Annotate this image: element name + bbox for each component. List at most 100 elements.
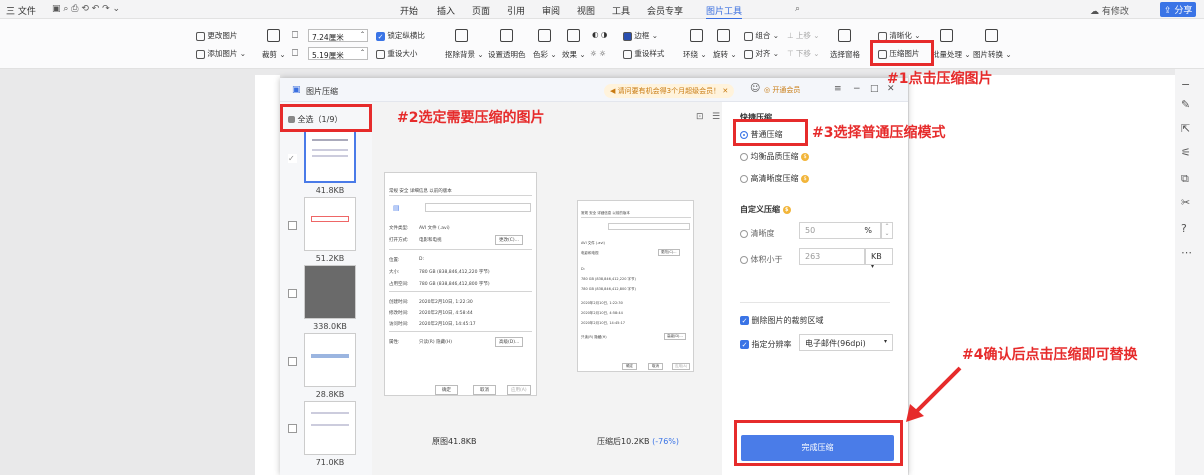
border-button[interactable]: 边框 ⌄ — [623, 30, 658, 41]
reset-style-icon — [623, 49, 632, 59]
compress-logo-icon: ▣ — [292, 85, 301, 95]
menu-icon[interactable]: ≡ — [834, 84, 842, 94]
orig-advanced-button: 高级(D)... — [495, 337, 524, 347]
selection-pane-button[interactable]: 选择窗格 — [830, 49, 860, 60]
width-stepper-icon[interactable]: ⌃ — [360, 31, 365, 38]
thumbnail-1[interactable] — [304, 129, 356, 183]
collapse-icon[interactable]: − — [1181, 78, 1190, 91]
orig-change-button: 更改(C)... — [495, 235, 523, 245]
tab-insert[interactable]: 插入 — [437, 4, 455, 17]
search-icon[interactable]: ⌕ — [795, 4, 800, 14]
promo-close-icon[interactable]: ✕ — [722, 87, 728, 95]
orig-row-2-value: 电影和电视 — [419, 238, 442, 243]
thumb-checkbox-2[interactable] — [288, 221, 297, 230]
quick-access-icons[interactable]: ▣ ⌕ ⎙ ⟲ ↶ ↷ ⌄ — [52, 4, 120, 14]
color-button[interactable]: 色彩 ⌄ — [533, 49, 557, 60]
annotation-step-3: #3选择普通压缩模式 — [812, 125, 946, 141]
file-menu[interactable]: 三 文件 — [6, 4, 36, 17]
tools-icon[interactable]: ✂ — [1181, 196, 1190, 209]
clarity-stepper-icon[interactable]: ⌃ ⌄ — [881, 222, 893, 239]
minimize-icon[interactable]: − — [853, 84, 861, 94]
cursor-icon[interactable]: ⇱ — [1181, 122, 1190, 135]
crop-label: 裁剪 — [262, 50, 277, 59]
add-image-button[interactable]: 添加图片 ⌄ — [196, 48, 246, 59]
orig-row-5-value: 780 GB (838,846,412,800 字节) — [419, 282, 490, 287]
tab-review[interactable]: 审阅 — [542, 4, 560, 17]
delete-crop-checkbox[interactable]: ✓ 删除图片的裁剪区域 — [740, 315, 824, 326]
pen-icon[interactable]: ✎ — [1181, 98, 1190, 111]
height-input[interactable]: 5.19厘米 ⌃ — [308, 47, 368, 60]
tab-view[interactable]: 视图 — [577, 4, 595, 17]
tab-member[interactable]: 会员专享 — [647, 4, 683, 17]
orig-cancel-button: 取消 — [473, 385, 496, 395]
preview-list-icon[interactable]: ☰ — [712, 112, 720, 122]
open-member-link[interactable]: ◎ 开通会员 — [764, 85, 800, 95]
height-value: 5.19厘米 — [312, 51, 344, 60]
remove-bg-button[interactable]: 抠除背景 ⌄ — [445, 49, 484, 60]
clarity-radio[interactable]: 清晰度 — [740, 228, 775, 239]
thumb-checkbox-4[interactable] — [288, 357, 297, 366]
comp-row-8: 2020年2月10日, 14:45:17 — [581, 321, 626, 325]
height-stepper-icon[interactable]: ⌃ — [360, 49, 365, 56]
share-label: 分享 — [1174, 6, 1193, 16]
resolution-select[interactable]: 电子邮件(96dpi) ▾ — [799, 334, 893, 351]
color-icon — [538, 29, 551, 42]
reset-style-button[interactable]: 重设样式 — [623, 48, 664, 59]
thumbnail-2[interactable] — [304, 197, 356, 251]
align-button[interactable]: 对齐 ⌄ — [744, 48, 779, 59]
preview-image-icon[interactable]: ⊡ — [696, 112, 704, 122]
orig-row-4-label: 大小: — [389, 270, 400, 275]
orig-row-1-label: 文件类型: — [389, 226, 409, 231]
lock-ratio-checkbox[interactable]: ✓ 锁定纵横比 — [376, 30, 425, 41]
rotate-button[interactable]: 旋转 ⌄ — [713, 49, 737, 60]
thumb-checkbox-5[interactable] — [288, 424, 297, 433]
size-less-radio[interactable]: 体积小于 — [740, 254, 783, 265]
tab-page[interactable]: 页面 — [472, 4, 490, 17]
rotate-icons[interactable]: ◐ ◑ — [592, 30, 607, 39]
orig-row-7-value: 2020年2月10日, 4:58:44 — [419, 311, 473, 316]
check-icon: ✓ — [376, 31, 385, 41]
tab-picture-tools[interactable]: 图片工具 — [706, 4, 743, 20]
effects-button[interactable]: 效果 ⌄ — [562, 49, 586, 60]
avatar[interactable]: ☺ — [750, 83, 760, 94]
share-button[interactable]: ⇪ 分享 — [1160, 2, 1197, 17]
move-down-button[interactable]: ⊤ 下移 ⌄ — [787, 48, 820, 59]
batch-button[interactable]: 批量处理 ⌄ — [932, 49, 971, 60]
thumbnail-5[interactable] — [304, 401, 356, 455]
thumbnail-3[interactable] — [304, 265, 356, 319]
set-transparent-button[interactable]: 设置透明色 — [488, 49, 526, 60]
move-up-button[interactable]: ⊥ 上移 ⌄ — [787, 30, 820, 41]
tab-tools[interactable]: 工具 — [612, 4, 630, 17]
hd-compress-radio[interactable]: 高清晰度压缩 $ — [740, 173, 810, 184]
brightness-icon[interactable]: ☼ ☼ — [590, 49, 606, 58]
image-tool-icon[interactable]: ⧉ — [1181, 172, 1189, 186]
modify-status[interactable]: ☁ 有修改 — [1090, 4, 1129, 17]
remove-bg-label: 抠除背景 — [445, 50, 475, 59]
crop-button[interactable]: 裁剪 ⌄ — [262, 49, 286, 60]
change-image-button[interactable]: 更改图片 — [196, 30, 237, 41]
promo-banner[interactable]: ◀ 请问要有机会得3个月超级会员！ ✕ — [604, 84, 735, 98]
size-unit-select[interactable]: KB ▾ — [865, 248, 893, 270]
set-resolution-checkbox[interactable]: ✓ 指定分辨率 — [740, 339, 792, 350]
thumb-checkbox-3[interactable] — [288, 289, 297, 298]
radio-icon — [740, 174, 748, 183]
width-input[interactable]: 7.24厘米 ⌃ — [308, 29, 368, 42]
help-icon[interactable]: ? — [1181, 222, 1187, 235]
adjust-icon[interactable]: ⚟ — [1181, 146, 1191, 159]
thumbnail-4[interactable] — [304, 333, 356, 387]
clarity-input[interactable]: 50% — [799, 222, 881, 239]
wrap-button[interactable]: 环绕 ⌄ — [683, 49, 707, 60]
reset-size-button[interactable]: 重设大小 — [376, 48, 417, 59]
balanced-compress-radio[interactable]: 均衡品质压缩 $ — [740, 151, 810, 162]
transparent-icon — [500, 29, 513, 42]
orig-apply-button: 应用(A) — [507, 385, 531, 395]
tab-start[interactable]: 开始 — [400, 4, 418, 17]
group-button[interactable]: 组合 ⌄ — [744, 30, 779, 41]
thumb-checkbox-1[interactable]: ✓ — [288, 154, 297, 163]
more-icon[interactable]: ⋯ — [1181, 246, 1192, 259]
orig-row-2-label: 打开方式: — [389, 238, 409, 243]
tab-reference[interactable]: 引用 — [507, 4, 525, 17]
convert-button[interactable]: 图片转换 ⌄ — [973, 49, 1012, 60]
size-input[interactable]: 263 — [799, 248, 865, 265]
maximize-icon[interactable]: □ — [870, 84, 879, 94]
